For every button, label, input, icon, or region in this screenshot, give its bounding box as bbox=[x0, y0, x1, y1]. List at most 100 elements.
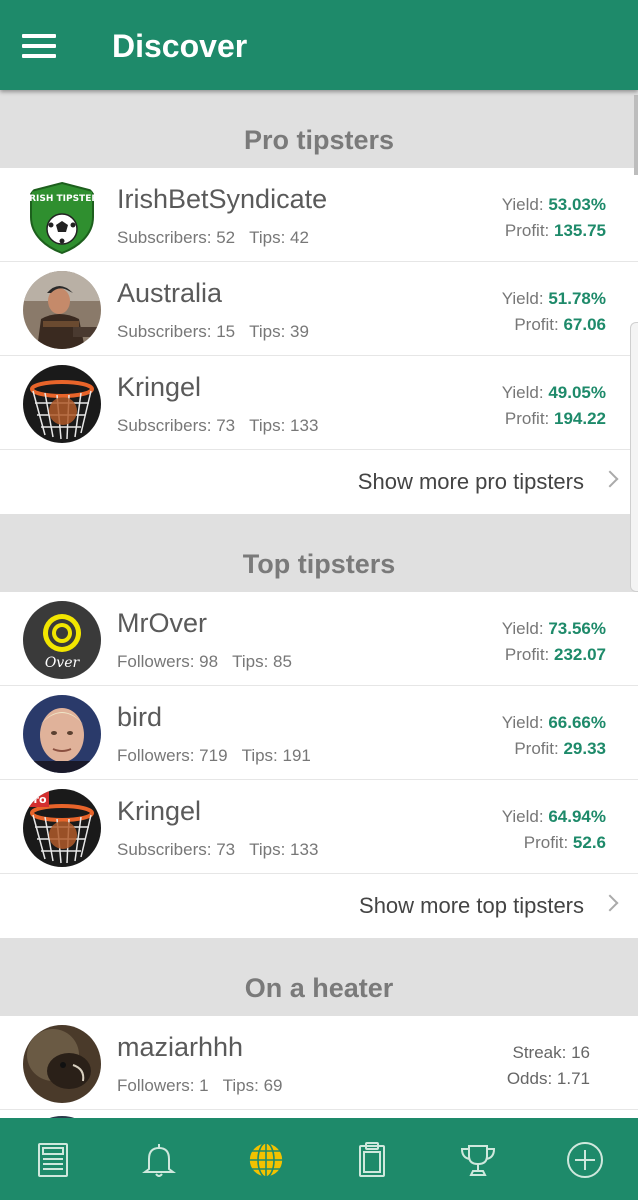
avatar bbox=[23, 695, 101, 773]
tips-count: Tips: 191 bbox=[241, 746, 311, 765]
over-logo-text: Over bbox=[45, 655, 81, 671]
tipster-row[interactable]: IRISH TIPSTER IrishBetSyndicate Subscrib… bbox=[0, 168, 638, 262]
page-title: Discover bbox=[112, 28, 248, 64]
avatar: IRISH TIPSTER bbox=[23, 177, 101, 255]
yield-label: Yield: bbox=[501, 807, 544, 826]
tipster-stats: Yield: 49.05% Profit: 194.22 bbox=[502, 380, 606, 432]
tips-count: Tips: 42 bbox=[249, 228, 309, 247]
tipster-meta: Subscribers: 52 Tips: 42 bbox=[117, 228, 309, 248]
tips-count: Tips: 133 bbox=[249, 416, 319, 435]
yield-value: 73.56% bbox=[548, 619, 606, 638]
tipster-meta: Followers: 1 Tips: 69 bbox=[117, 1076, 282, 1096]
globe-icon[interactable] bbox=[246, 1140, 286, 1180]
yield-value: 53.03% bbox=[548, 195, 606, 214]
yield-label: Yield: bbox=[501, 289, 544, 308]
tips-count: Tips: 69 bbox=[222, 1076, 283, 1095]
tipster-meta: Followers: 98 Tips: 85 bbox=[117, 652, 292, 672]
profit-label: Profit: bbox=[514, 315, 559, 334]
yield-value: 51.78% bbox=[548, 289, 606, 308]
tipster-row[interactable]: Pro Kringel Subscribers: 73 Tips: 133 Yie… bbox=[0, 780, 638, 874]
profit-label: Profit: bbox=[523, 833, 569, 852]
profit-label: Profit: bbox=[504, 409, 550, 428]
tipster-name: maziarhhh bbox=[117, 1032, 244, 1062]
irish-logo-text: IRISH TIPSTER bbox=[26, 194, 99, 204]
clipboard-icon[interactable] bbox=[352, 1140, 392, 1180]
discover-list[interactable]: Pro tipsters IRISH TIPSTER IrishBetSyndi… bbox=[0, 90, 638, 1118]
menu-icon[interactable] bbox=[22, 34, 56, 58]
yield-label: Yield: bbox=[501, 383, 544, 402]
tipster-row[interactable]: maziarhhh Followers: 1 Tips: 69 Streak: 1… bbox=[0, 1016, 638, 1110]
avatar bbox=[23, 365, 101, 443]
tips-count: Tips: 39 bbox=[249, 322, 309, 341]
followers-count: Followers: 719 bbox=[117, 746, 228, 765]
tipster-row[interactable]: Over MrOver Followers: 98 Tips: 85 Yield:… bbox=[0, 592, 638, 686]
tips-count: Tips: 133 bbox=[249, 840, 319, 859]
on-a-heater-card: maziarhhh Followers: 1 Tips: 69 Streak: 1… bbox=[0, 1016, 638, 1118]
show-more-pro-tipsters-link[interactable]: Show more pro tipsters bbox=[0, 450, 638, 514]
subscribers-count: Subscribers: 15 bbox=[117, 322, 236, 341]
tipster-stats: Yield: 73.56% Profit: 232.07 bbox=[502, 616, 606, 668]
tipster-stats: Streak: 16 Odds: 1.71 bbox=[507, 1040, 590, 1092]
bell-icon[interactable] bbox=[139, 1140, 179, 1180]
profit-value: 135.75 bbox=[554, 221, 606, 240]
yield-value: 49.05% bbox=[548, 383, 606, 402]
bottom-navigation bbox=[0, 1118, 638, 1200]
yield-value: 64.94% bbox=[548, 807, 606, 826]
profit-value: 232.07 bbox=[554, 645, 606, 664]
section-title-top-tipsters: Top tipsters bbox=[0, 514, 638, 592]
streak-value: Streak: 16 bbox=[512, 1043, 591, 1062]
profit-value: 67.06 bbox=[563, 315, 606, 334]
scrollbar[interactable] bbox=[634, 95, 638, 175]
chevron-right-icon bbox=[601, 894, 619, 912]
subscribers-count: Subscribers: 73 bbox=[117, 840, 236, 859]
yield-label: Yield: bbox=[501, 713, 544, 732]
chevron-right-icon bbox=[601, 470, 619, 488]
tipster-stats: Yield: 66.66% Profit: 29.33 bbox=[502, 710, 606, 762]
tipster-name: IrishBetSyndicate bbox=[117, 184, 328, 214]
profit-value: 194.22 bbox=[554, 409, 606, 428]
show-more-label: Show more pro tipsters bbox=[357, 469, 584, 494]
tipster-row[interactable]: Kringel Subscribers: 73 Tips: 133 Yield: … bbox=[0, 356, 638, 450]
subscribers-count: Subscribers: 52 bbox=[117, 228, 236, 247]
trophy-icon[interactable] bbox=[458, 1140, 498, 1180]
profit-label: Profit: bbox=[514, 739, 559, 758]
profit-value: 29.33 bbox=[563, 739, 606, 758]
followers-count: Followers: 98 bbox=[117, 652, 219, 671]
tipster-row[interactable] bbox=[0, 1110, 638, 1118]
tipster-name: Kringel bbox=[117, 796, 202, 826]
tipster-meta: Subscribers: 73 Tips: 133 bbox=[117, 416, 318, 436]
pro-tipsters-card: IRISH TIPSTER IrishBetSyndicate Subscrib… bbox=[0, 168, 638, 514]
profit-label: Profit: bbox=[504, 645, 550, 664]
tipster-meta: Subscribers: 73 Tips: 133 bbox=[117, 840, 318, 860]
tipster-name: bird bbox=[117, 702, 163, 732]
tipster-name: Australia bbox=[117, 278, 223, 308]
tipster-name: MrOver bbox=[117, 608, 207, 638]
top-tipsters-card: Over MrOver Followers: 98 Tips: 85 Yield:… bbox=[0, 592, 638, 938]
tipster-row[interactable]: Australia Subscribers: 15 Tips: 39 Yield:… bbox=[0, 262, 638, 356]
show-more-label: Show more top tipsters bbox=[359, 893, 584, 918]
tipster-stats: Yield: 53.03% Profit: 135.75 bbox=[502, 192, 606, 244]
profit-label: Profit: bbox=[504, 221, 550, 240]
followers-count: Followers: 1 bbox=[117, 1076, 209, 1095]
odds-value: Odds: 1.71 bbox=[506, 1069, 590, 1088]
section-title-pro-tipsters: Pro tipsters bbox=[0, 90, 638, 168]
avatar bbox=[23, 1025, 101, 1103]
tipster-row[interactable]: bird Followers: 719 Tips: 191 Yield: 66.6… bbox=[0, 686, 638, 780]
avatar: Over bbox=[23, 601, 101, 679]
edge-panel-handle[interactable] bbox=[630, 322, 638, 592]
subscribers-count: Subscribers: 73 bbox=[117, 416, 236, 435]
tipster-meta: Followers: 719 Tips: 191 bbox=[117, 746, 311, 766]
show-more-top-tipsters-link[interactable]: Show more top tipsters bbox=[0, 874, 638, 938]
tipster-stats: Yield: 51.78% Profit: 67.06 bbox=[502, 286, 606, 338]
avatar bbox=[23, 271, 101, 349]
yield-label: Yield: bbox=[501, 195, 544, 214]
app-bar: Discover bbox=[0, 0, 638, 90]
tips-count: Tips: 85 bbox=[232, 652, 292, 671]
tipster-stats: Yield: 64.94% Profit: 52.6 bbox=[502, 804, 606, 856]
pro-badge-text: Pro bbox=[25, 793, 46, 806]
avatar: Pro bbox=[23, 789, 101, 867]
add-icon[interactable] bbox=[565, 1140, 605, 1180]
tipster-name: Kringel bbox=[117, 372, 202, 402]
section-title-on-a-heater: On a heater bbox=[0, 938, 638, 1016]
news-icon[interactable] bbox=[33, 1140, 73, 1180]
